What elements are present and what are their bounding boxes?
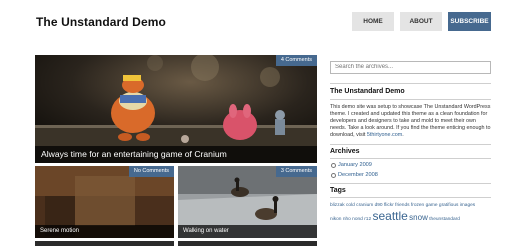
post-card-image[interactable]	[35, 241, 174, 246]
archives-widget-title: Archives	[330, 147, 360, 155]
tag-link[interactable]: nho	[343, 217, 351, 222]
post-card[interactable]: 3 Comments Walking on water	[178, 166, 317, 238]
nav-home[interactable]: HOME	[352, 12, 394, 31]
featured-comments-badge[interactable]: 4 Comments	[275, 55, 317, 66]
archives-list: January 2009 December 2008	[330, 160, 491, 180]
about-widget-text: This demo site was setup to showcase The…	[330, 103, 491, 139]
tag-link[interactable]: cranium	[356, 203, 373, 208]
post-card-image[interactable]	[178, 241, 317, 246]
tag-link[interactable]: snow	[409, 213, 428, 222]
next-post-row	[35, 241, 317, 246]
sidebar: The Unstandard Demo This demo site was s…	[330, 55, 491, 226]
tag-link[interactable]: r12	[364, 217, 371, 222]
tag-link[interactable]: unstandard	[436, 217, 460, 222]
nav-subscribe[interactable]: SUBSCRIBE	[448, 12, 491, 31]
divider	[330, 157, 491, 159]
divider	[330, 82, 491, 84]
divider	[330, 143, 491, 145]
site-title[interactable]: The Unstandard Demo	[36, 15, 166, 29]
post-card-title[interactable]: Serene motion	[35, 225, 174, 238]
tag-link[interactable]: images	[460, 203, 475, 208]
about-widget-link[interactable]: 5thirtyone.com	[367, 132, 402, 138]
tag-link[interactable]: gratifious	[439, 203, 458, 208]
about-widget-title: The Unstandard Demo	[330, 87, 405, 95]
tag-link[interactable]: frozen	[411, 203, 424, 208]
tag-link[interactable]: game	[426, 203, 438, 208]
post-card-comments-badge[interactable]: 3 Comments	[275, 166, 317, 177]
tag-link[interactable]: nond	[352, 217, 363, 222]
featured-post[interactable]: 4 Comments Always time for an entertaini…	[35, 55, 317, 163]
tag-link[interactable]: friends	[395, 203, 409, 208]
featured-post-title[interactable]: Always time for an entertaining game of …	[35, 146, 317, 163]
divider	[330, 98, 491, 100]
tags-widget-title: Tags	[330, 186, 346, 194]
tag-cloud: blizzak cold cranium d90 flickr friends …	[330, 201, 491, 226]
divider	[330, 182, 491, 184]
nav-about[interactable]: ABOUT	[400, 12, 442, 31]
tag-link[interactable]: d90	[375, 203, 383, 208]
archive-link[interactable]: December 2008	[330, 170, 491, 180]
post-card-comments-badge[interactable]: No Comments	[128, 166, 174, 177]
tag-link[interactable]: cold	[346, 203, 355, 208]
tag-link[interactable]: nikon	[330, 217, 341, 222]
tag-link[interactable]: the	[429, 217, 436, 222]
archive-link[interactable]: January 2009	[330, 160, 491, 170]
main-nav: HOME ABOUT SUBSCRIBE	[352, 12, 491, 31]
post-card[interactable]: No Comments Serene motion	[35, 166, 174, 238]
divider	[330, 196, 491, 198]
tag-link[interactable]: blizzak	[330, 203, 345, 208]
tag-link[interactable]: seattle	[372, 209, 407, 223]
post-card-title[interactable]: Walking on water	[178, 225, 317, 238]
search-input[interactable]	[330, 60, 491, 74]
tag-link[interactable]: flickr	[384, 203, 394, 208]
